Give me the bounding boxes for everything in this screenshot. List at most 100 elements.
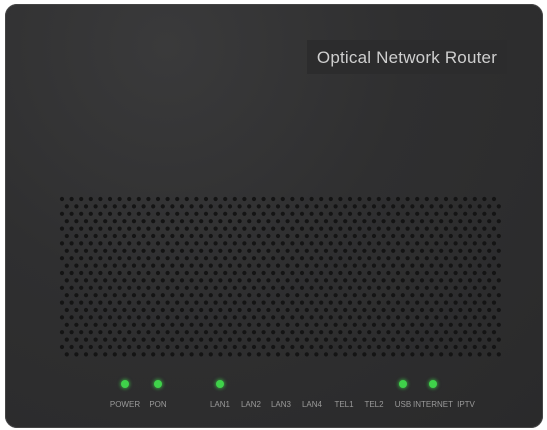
vent-hole — [491, 344, 497, 350]
vent-hole — [285, 337, 290, 342]
vent-hole — [381, 248, 386, 253]
vent-hole — [247, 219, 252, 224]
vent-hole — [199, 293, 204, 298]
vent-hole — [218, 337, 223, 342]
vent-hole — [88, 315, 93, 320]
vent-hole — [463, 241, 468, 246]
vent-hole — [69, 270, 74, 276]
vent-hole — [261, 270, 266, 276]
vent-hole — [362, 233, 367, 239]
vent-hole — [280, 211, 285, 216]
vent-hole — [491, 315, 497, 320]
vent-hole — [237, 337, 242, 342]
vent-hole — [223, 211, 228, 216]
vent-hole — [155, 315, 161, 320]
vent-hole — [429, 352, 434, 357]
vent-hole — [347, 256, 353, 261]
vent-hole — [223, 344, 228, 350]
vent-hole — [146, 285, 151, 290]
vent-hole — [74, 248, 79, 253]
vent-hole — [280, 270, 285, 276]
vent-hole — [271, 226, 276, 231]
vent-hole — [333, 263, 338, 268]
vent-hole — [448, 233, 453, 239]
vent-hole — [458, 233, 463, 239]
vent-hole — [328, 256, 333, 261]
vent-hole — [309, 241, 314, 246]
vent-hole — [405, 315, 410, 320]
vent-hole — [189, 278, 194, 283]
vent-hole — [362, 293, 367, 298]
vent-hole — [362, 219, 367, 224]
vent-hole — [179, 233, 185, 239]
vent-hole — [323, 278, 329, 283]
indicator-iptv: IPTV — [441, 374, 491, 409]
vent-hole — [434, 285, 439, 290]
vent-hole — [477, 248, 482, 253]
vent-hole — [309, 196, 314, 202]
vent-hole — [395, 241, 401, 246]
vent-hole — [112, 233, 117, 239]
vent-hole — [405, 300, 410, 305]
vent-hole — [199, 233, 204, 239]
vent-hole — [328, 241, 333, 246]
vent-hole — [146, 330, 151, 335]
vent-hole — [386, 196, 391, 202]
vent-hole — [160, 352, 165, 357]
vent-hole — [367, 256, 372, 261]
vent-hole — [218, 322, 223, 327]
vent-hole — [88, 344, 93, 350]
vent-hole — [199, 248, 204, 253]
vent-hole — [482, 256, 487, 261]
vent-hole — [285, 204, 290, 209]
vent-hole — [175, 285, 180, 290]
vent-hole — [213, 226, 218, 231]
vent-hole — [309, 330, 314, 335]
vent-hole — [64, 352, 69, 357]
vent-hole — [131, 248, 137, 253]
vent-hole — [391, 337, 396, 342]
vent-hole — [74, 278, 79, 283]
vent-hole — [405, 285, 410, 290]
vent-hole — [141, 233, 146, 239]
vent-hole — [367, 330, 372, 335]
vent-hole — [338, 285, 343, 290]
vent-hole — [405, 344, 410, 350]
vent-hole — [98, 196, 103, 202]
vent-hole — [155, 285, 161, 290]
lan3-led-icon — [277, 380, 285, 388]
vent-hole — [165, 196, 170, 202]
vent-hole — [261, 226, 266, 231]
vent-hole — [83, 248, 89, 253]
vent-hole — [103, 352, 108, 357]
vent-hole — [391, 204, 396, 209]
vent-hole — [93, 278, 98, 283]
vent-hole — [371, 248, 377, 253]
vent-hole — [112, 248, 117, 253]
vent-hole — [395, 315, 401, 320]
vent-hole — [343, 204, 348, 209]
vent-hole — [482, 270, 487, 276]
vent-hole — [88, 241, 93, 246]
vent-hole — [194, 300, 199, 305]
vent-hole — [328, 285, 333, 290]
vent-hole — [117, 256, 122, 261]
vent-hole — [122, 293, 127, 298]
vent-hole — [213, 256, 218, 261]
vent-hole — [357, 270, 362, 276]
vent-hole — [371, 352, 377, 357]
vent-hole — [170, 337, 175, 342]
vent-hole — [151, 352, 156, 357]
vent-hole — [472, 344, 477, 350]
vent-hole — [434, 241, 439, 246]
vent-hole — [242, 196, 247, 202]
vent-hole — [405, 241, 410, 246]
vent-hole — [271, 300, 276, 305]
vent-hole — [247, 352, 252, 357]
vent-hole — [319, 211, 324, 216]
ventilation-grille — [59, 196, 501, 357]
vent-hole — [208, 352, 213, 357]
vent-hole — [237, 293, 242, 298]
vent-hole — [131, 263, 137, 268]
vent-hole — [362, 204, 367, 209]
